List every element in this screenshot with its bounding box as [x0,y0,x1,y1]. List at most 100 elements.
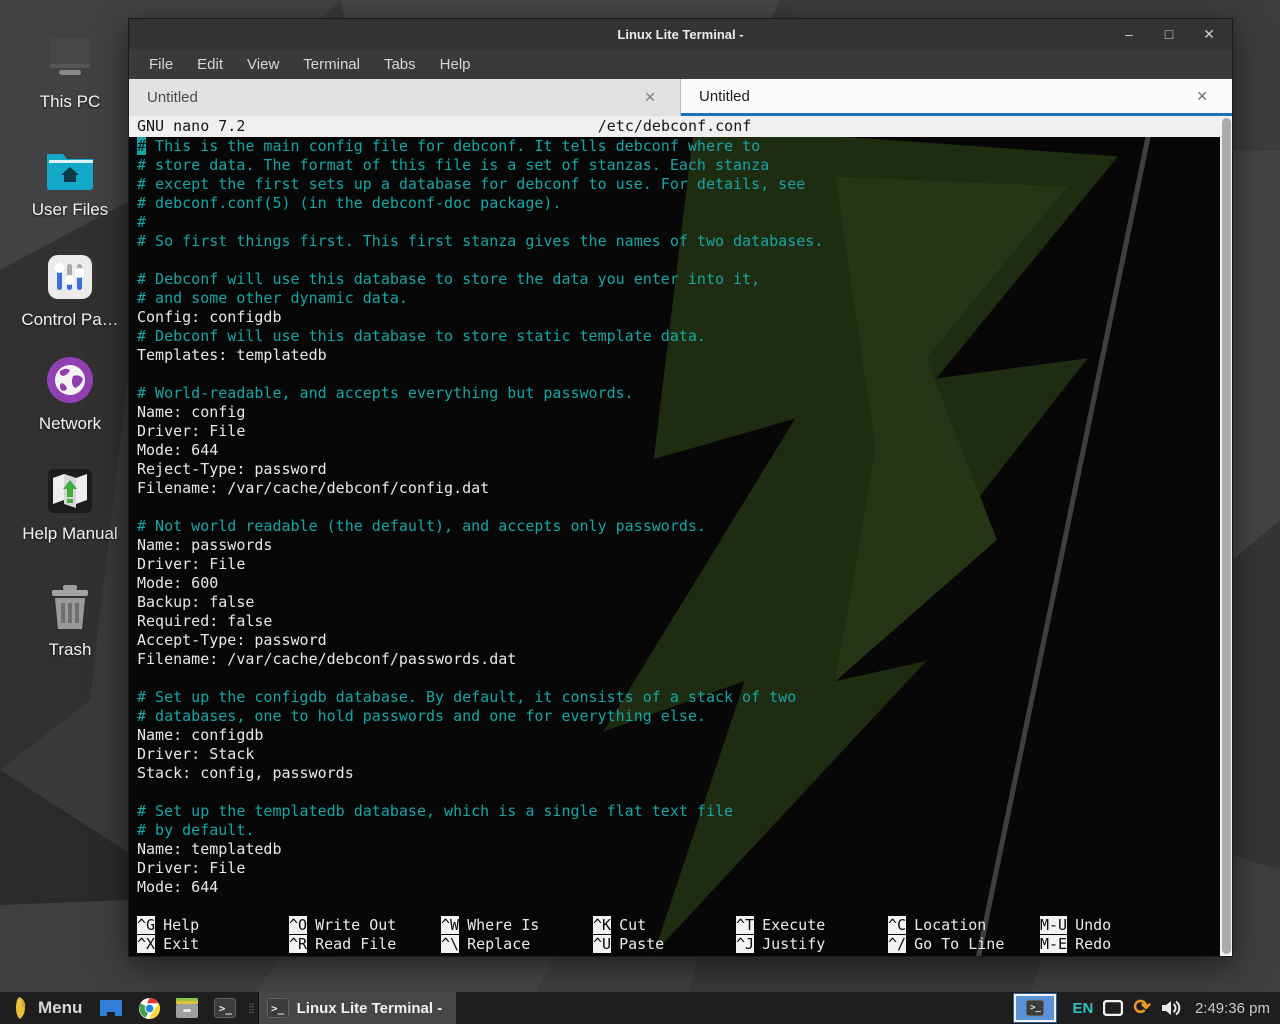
editor-line: Mode: 644 [137,878,1220,897]
nano-filename: /etc/debconf.conf [129,117,1220,136]
tab-close-icon[interactable]: ✕ [1190,86,1214,107]
window-titlebar[interactable]: Linux Lite Terminal - – □ ✕ [129,19,1232,49]
menu-button[interactable]: Menu [0,992,92,1024]
terminal-launcher-icon[interactable]: >_ [213,996,237,1020]
desktop-icon-label: Network [8,414,132,434]
tab-untitled-2[interactable]: Untitled ✕ [681,79,1232,116]
taskbar-window-button[interactable]: >_ Linux Lite Terminal - [258,992,457,1024]
terminal-window: Linux Lite Terminal - – □ ✕ FileEditView… [128,18,1233,957]
editor-line: Mode: 644 [137,441,1220,460]
tab-bar: Untitled ✕ Untitled ✕ [129,79,1232,116]
editor-line: Backup: false [137,593,1220,612]
system-tray: EN ⟳ 2:49:36 pm [1072,998,1280,1018]
nano-shortcut-go-to-line: ^/Go To Line [888,935,1040,954]
trash-icon [8,578,132,630]
nano-shortcut-where-is: ^WWhere Is [441,916,593,935]
nano-shortcut-paste: ^UPaste [593,935,736,954]
manual-book-icon [8,462,132,514]
editor-lines[interactable]: # This is the main config file for debco… [129,137,1220,897]
editor-line [137,669,1220,688]
tab-label: Untitled [699,88,750,105]
file-manager-icon[interactable] [99,996,123,1020]
editor-line [137,498,1220,517]
nano-shortcut-execute: ^TExecute [736,916,888,935]
editor-line: # Set up the configdb database. By defau… [137,688,1220,707]
tab-untitled-1[interactable]: Untitled ✕ [129,79,681,116]
editor-line: # So first things first. This first stan… [137,232,1220,251]
menu-button-label: Menu [38,998,82,1018]
maximize-button[interactable]: □ [1156,23,1182,45]
editor-line: # [137,213,1220,232]
menu-item-edit[interactable]: Edit [187,53,233,76]
menu-item-view[interactable]: View [237,53,289,76]
archive-box-icon[interactable] [175,996,199,1020]
nano-shortcut-justify: ^JJustify [736,935,888,954]
desktop-icon-network[interactable]: Network [8,352,132,434]
editor-line: # Set up the templatedb database, which … [137,802,1220,821]
terminal-glyph: >_ [214,998,236,1018]
taskbar-window-label: Linux Lite Terminal - [297,1000,443,1017]
volume-icon[interactable] [1161,999,1181,1017]
close-button[interactable]: ✕ [1196,23,1222,45]
editor-line: Reject-Type: password [137,460,1220,479]
editor-line: # Not world readable (the default), and … [137,517,1220,536]
editor-line [137,251,1220,270]
menu-bar: FileEditViewTerminalTabsHelp [129,49,1232,79]
editor-line: Stack: config, passwords [137,764,1220,783]
tab-close-icon[interactable]: ✕ [638,87,662,108]
nano-shortcut-exit: ^XExit [137,935,289,954]
terminal-viewport[interactable]: GNU nano 7.2 /etc/debconf.conf # This is… [129,116,1232,956]
globe-icon [8,352,132,404]
desktop-icon-trash[interactable]: Trash [8,578,132,660]
minimize-button[interactable]: – [1116,23,1142,45]
desktop-icon-control-panel[interactable]: Control Pa… [8,248,132,330]
menu-item-tabs[interactable]: Tabs [374,53,426,76]
editor-line [137,365,1220,384]
editor-line: Templates: templatedb [137,346,1220,365]
taskbar-separator: ⁞⁞ [248,1001,253,1016]
update-manager-icon[interactable]: ⟳ [1133,998,1151,1018]
desktop-icon-this-pc[interactable]: This PC [8,30,132,112]
menu-item-help[interactable]: Help [430,53,481,76]
terminal-scrollbar[interactable] [1220,116,1232,956]
keyboard-layout-indicator[interactable]: EN [1072,1000,1093,1017]
nano-titlebar: GNU nano 7.2 /etc/debconf.conf [129,116,1220,137]
menu-item-file[interactable]: File [139,53,183,76]
editor-line: # store data. The format of this file is… [137,156,1220,175]
tab-label: Untitled [147,89,198,106]
scrollbar-thumb[interactable] [1222,118,1231,954]
editor-line: Config: configdb [137,308,1220,327]
editor-line: # This is the main config file for debco… [137,137,1220,156]
nano-shortcut-replace: ^\Replace [441,935,593,954]
editor-line: Filename: /var/cache/debconf/config.dat [137,479,1220,498]
clock[interactable]: 2:49:36 pm [1195,1000,1270,1017]
nano-editor[interactable]: GNU nano 7.2 /etc/debconf.conf # This is… [129,116,1220,956]
desktop-icon-label: Trash [8,640,132,660]
editor-line [137,783,1220,802]
workspace-switcher[interactable]: >_ [1014,994,1056,1022]
editor-line: Driver: Stack [137,745,1220,764]
editor-line: # World-readable, and accepts everything… [137,384,1220,403]
desktop-icon-label: User Files [8,200,132,220]
editor-line: # databases, one to hold passwords and o… [137,707,1220,726]
desktop-icon-user-files[interactable]: User Files [8,138,132,220]
monitor-icon [8,30,132,82]
terminal-glyph: >_ [1026,1000,1044,1016]
desktop-icon-help-manual[interactable]: Help Manual [8,462,132,544]
chrome-browser-icon[interactable] [137,996,161,1020]
window-title: Linux Lite Terminal - [129,27,1232,42]
taskbar: Menu >_ ⁞⁞ [0,992,1280,1024]
editor-line: Required: false [137,612,1220,631]
screen-tray-icon[interactable] [1103,1000,1123,1016]
nano-shortcut-help: ^GHelp [137,916,289,935]
editor-line: Name: passwords [137,536,1220,555]
editor-line: # by default. [137,821,1220,840]
editor-line: Name: configdb [137,726,1220,745]
sliders-icon [8,248,132,300]
editor-line: Driver: File [137,859,1220,878]
nano-shortcut-cut: ^KCut [593,916,736,935]
editor-line: Filename: /var/cache/debconf/passwords.d… [137,650,1220,669]
editor-line: Driver: File [137,555,1220,574]
editor-line: # except the first sets up a database fo… [137,175,1220,194]
menu-item-terminal[interactable]: Terminal [293,53,370,76]
